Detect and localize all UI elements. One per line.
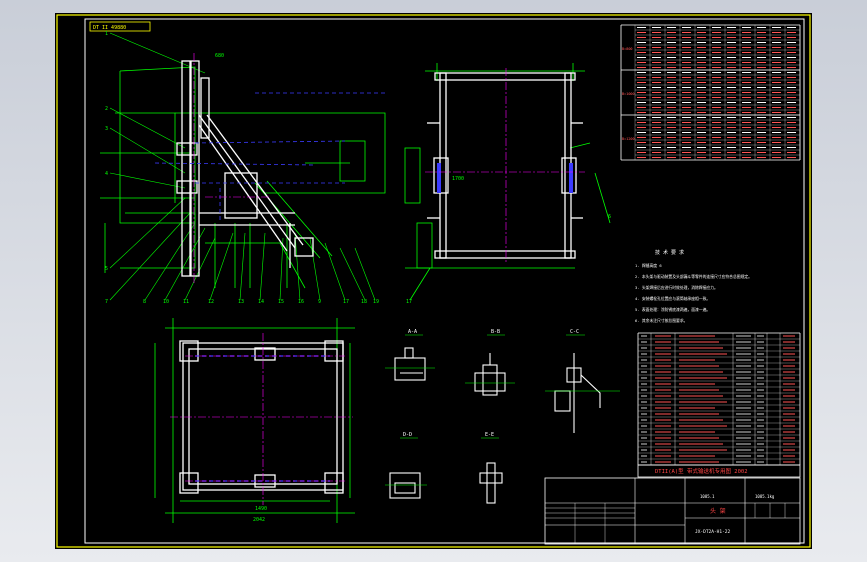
tech-notes-title: 技 术 要 求 (655, 249, 684, 256)
table-group-label: B=1200 (622, 137, 635, 141)
drawing-number: JX-DT2A-H1-22 (695, 529, 731, 535)
svg-text:9: 9 (318, 299, 321, 305)
title-main: DTII(A)型 带式输送机专用图 2002 (655, 467, 748, 475)
cad-drawing-canvas[interactable]: DT II 49880 123 457 8 10 11 12 13 14 15 … (55, 13, 812, 549)
svg-text:4. 安装螺栓孔位置应与滚筒轴承座相一致。: 4. 安装螺栓孔位置应与滚筒轴承座相一致。 (635, 296, 710, 301)
svg-text:2. 本头架与驱动装置及头部漏斗等零件的连接尺寸应符合总图规: 2. 本头架与驱动装置及头部漏斗等零件的连接尺寸应符合总图规定。 (635, 274, 752, 279)
svg-text:17: 17 (343, 299, 349, 305)
svg-text:1: 1 (105, 31, 108, 37)
table-group-label: B=800 (622, 47, 633, 51)
title-name: 头 架 (710, 507, 726, 515)
svg-text:6. 其余未注尺寸按总图要求。: 6. 其余未注尺寸按总图要求。 (635, 318, 687, 323)
svg-text:B-B: B-B (491, 329, 500, 335)
drawing-sheet: DT II 49880 1 2 3 4 5 7 8 10 11 12 13 14… (55, 13, 812, 549)
svg-text:12: 12 (208, 299, 214, 305)
svg-text:18: 18 (361, 299, 367, 305)
svg-text:17: 17 (406, 299, 412, 305)
dim-plan-width: 1490 (255, 506, 267, 512)
section-details: A-A B-B C-C D-D E-E (403, 329, 579, 438)
svg-text:15: 15 (278, 299, 284, 305)
svg-text:11: 11 (183, 299, 189, 305)
svg-text:14: 14 (258, 299, 264, 305)
svg-text:6: 6 (608, 214, 611, 220)
svg-text:8: 8 (143, 299, 146, 305)
parts-list-table (637, 332, 801, 466)
svg-text:3: 3 (105, 126, 108, 132)
svg-text:C-C: C-C (570, 329, 579, 335)
svg-text:5. 表面处理：涂防锈底漆两遍，面漆一遍。: 5. 表面处理：涂防锈底漆两遍，面漆一遍。 (635, 307, 710, 312)
inner-frame (84, 18, 805, 544)
svg-text:16: 16 (298, 299, 304, 305)
svg-text:D-D: D-D (403, 432, 412, 438)
parameter-table: B=800 B=1000 B=1200 (620, 24, 801, 161)
svg-text:3. 头架焊接后应进行时效处理，消除焊接应力。: 3. 头架焊接后应进行时效处理，消除焊接应力。 (635, 285, 718, 290)
svg-text:19: 19 (373, 299, 379, 305)
svg-text:4: 4 (105, 171, 108, 177)
table-group-label: B=1000 (622, 92, 635, 96)
svg-text:A-A: A-A (408, 329, 417, 335)
plan-view: 1490 2042 (154, 318, 355, 523)
svg-text:1. 焊缝高度 6: 1. 焊缝高度 6 (635, 263, 662, 268)
svg-text:7: 7 (105, 299, 108, 305)
weight-kg: 1085.1kg (755, 494, 775, 499)
dim-plan-inner: 2042 (253, 517, 265, 523)
svg-text:13: 13 (238, 299, 244, 305)
tech-notes: 技 术 要 求 1. 焊缝高度 6 2. 本头架与驱动装置及头部漏斗等零件的连接… (635, 249, 752, 323)
svg-text:2: 2 (105, 106, 108, 112)
svg-text:5: 5 (105, 266, 108, 272)
cad-viewport: DT II 49880 1 2 3 4 5 7 8 10 11 12 13 14… (0, 0, 867, 562)
svg-text:10: 10 (163, 299, 169, 305)
weight-label: 1085.1 (700, 494, 715, 499)
dim-front: 1700 (452, 176, 464, 182)
svg-text:E-E: E-E (485, 432, 494, 438)
dim-top-left: 680 (215, 53, 224, 59)
outer-frame (56, 14, 811, 548)
header-tag-text: DT II 49880 (93, 25, 126, 31)
side-view: 123 457 8 10 11 12 13 14 15 16 9 17 18 19 680 (100, 31, 386, 305)
front-view: 1700 6 17 (404, 63, 611, 305)
title-block: DTII(A)型 带式输送机专用图 2002 1085.1 1085.1kg 头… (544, 464, 801, 545)
